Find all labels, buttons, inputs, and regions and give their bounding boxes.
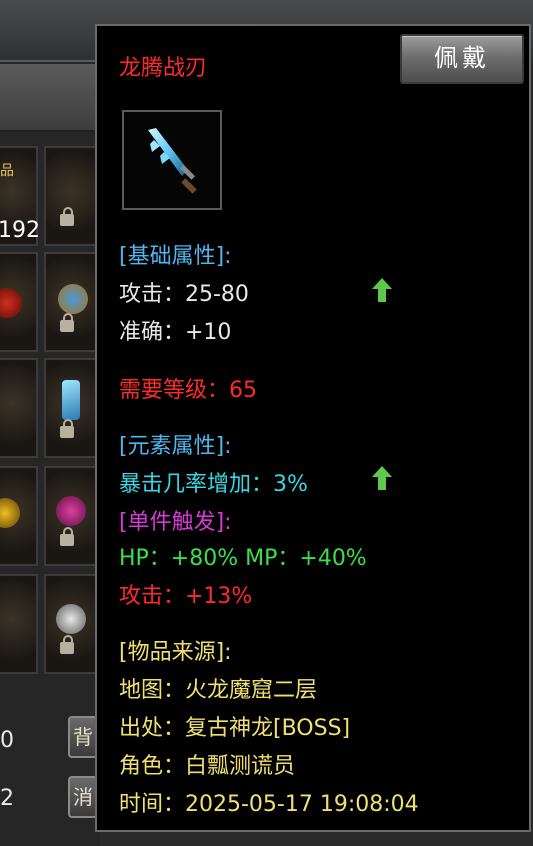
source-map: 地图：火龙魔窟二层 xyxy=(119,678,318,703)
inventory-slot[interactable] xyxy=(0,574,38,674)
equip-button[interactable]: 佩戴 xyxy=(400,34,524,84)
item-name: 龙腾战刃 xyxy=(119,56,208,81)
crit-chance-stat: 暴击几率增加：3% xyxy=(119,472,308,497)
lock-icon xyxy=(60,313,74,332)
pink-armor-icon xyxy=(56,496,86,526)
item-icon-frame xyxy=(122,110,222,210)
inventory-slot[interactable] xyxy=(44,574,98,674)
lock-icon xyxy=(60,207,74,226)
inventory-slot[interactable] xyxy=(0,358,38,458)
inventory-slot[interactable] xyxy=(44,146,98,246)
blue-blade-icon xyxy=(148,128,197,194)
attack-bonus: 攻击：+13% xyxy=(119,584,253,609)
inventory-slot[interactable] xyxy=(0,252,38,352)
upgrade-arrow-icon xyxy=(372,466,392,490)
bag-button[interactable]: 背 xyxy=(68,716,98,758)
ring-icon xyxy=(58,284,88,314)
inventory-slot[interactable] xyxy=(44,466,98,566)
item-tooltip: 龙腾战刃 佩戴 [基础属性]: 攻击：25-80 准确：+10 需要等级：65 … xyxy=(95,24,531,832)
set-trigger-header: [单件触发]: xyxy=(119,510,232,535)
blade-icon xyxy=(62,380,80,420)
silver-item-icon xyxy=(56,604,86,634)
bottom-counter: 0 xyxy=(0,728,14,753)
source-time: 时间：2025-05-17 19:08:04 xyxy=(119,792,419,817)
lock-icon xyxy=(60,419,74,438)
inventory-slot[interactable] xyxy=(44,358,98,458)
slot-count: 192 xyxy=(0,218,40,243)
accuracy-stat: 准确：+10 xyxy=(119,320,232,345)
inventory-header-bar xyxy=(0,64,100,132)
element-attrs-header: [元素属性]: xyxy=(119,434,232,459)
source-header: [物品来源]: xyxy=(119,640,232,665)
lock-icon xyxy=(60,635,74,654)
hp-mp-bonus: HP：+80% MP：+40% xyxy=(119,546,367,571)
source-role: 角色：白瓢测谎员 xyxy=(119,754,296,779)
lock-icon xyxy=(60,527,74,546)
inventory-slot[interactable] xyxy=(44,252,98,352)
inventory-slot[interactable] xyxy=(0,466,38,566)
upgrade-arrow-icon xyxy=(372,278,392,302)
gold-armor-icon xyxy=(0,498,20,528)
bottom-counter: 2 xyxy=(0,786,14,811)
slot-quality-tag: 品 xyxy=(0,163,14,179)
consume-button[interactable]: 消 xyxy=(68,776,98,818)
red-orb-icon xyxy=(0,288,22,318)
base-attrs-header: [基础属性]: xyxy=(119,244,232,269)
source-origin: 出处：复古神龙[BOSS] xyxy=(119,716,351,741)
required-level: 需要等级：65 xyxy=(119,378,257,403)
attack-stat: 攻击：25-80 xyxy=(119,282,249,307)
